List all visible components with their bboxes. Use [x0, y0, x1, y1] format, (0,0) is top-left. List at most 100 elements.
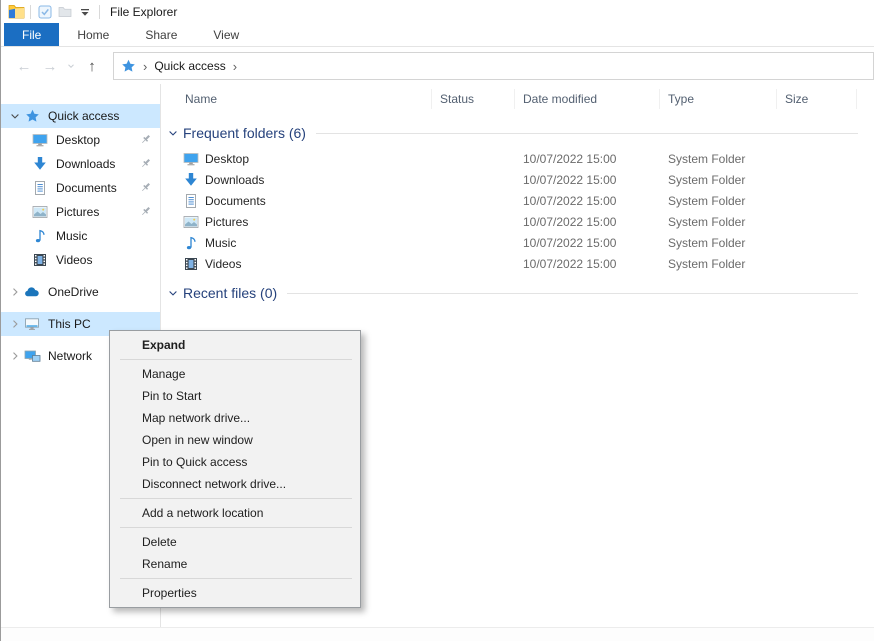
up-icon[interactable]: ↑	[79, 58, 105, 75]
file-name: Music	[205, 236, 236, 250]
network-icon	[23, 348, 41, 364]
chevron-right-icon[interactable]	[7, 318, 23, 330]
properties-icon[interactable]	[35, 3, 55, 21]
column-header-type[interactable]: Type	[660, 89, 777, 109]
menu-separator	[120, 578, 352, 579]
tab-share[interactable]: Share	[127, 23, 195, 46]
file-date-modified: 10/07/2022 15:00	[515, 194, 660, 208]
menu-separator	[120, 359, 352, 360]
sidebar-item-label: Videos	[56, 253, 92, 267]
sidebar-item-label: Downloads	[56, 157, 115, 171]
documents-icon	[31, 180, 49, 196]
ribbon-tab-bar: FileHomeShareView	[1, 23, 874, 47]
sidebar-item-downloads[interactable]: Downloads	[1, 152, 160, 176]
chevron-right-icon[interactable]	[7, 286, 23, 298]
group-chevron-down-icon	[167, 127, 179, 139]
group-header-label: Recent files (0)	[183, 285, 277, 301]
new-folder-icon[interactable]	[55, 3, 75, 21]
breadcrumb-location[interactable]: Quick access	[154, 59, 225, 73]
menu-item-pin-to-quick-access[interactable]: Pin to Quick access	[110, 451, 360, 473]
file-date-modified: 10/07/2022 15:00	[515, 152, 660, 166]
tab-home[interactable]: Home	[59, 23, 127, 46]
group-header[interactable]: Frequent folders (6)	[167, 122, 874, 144]
sidebar-item-label: OneDrive	[48, 285, 99, 299]
menu-item-map-network-drive[interactable]: Map network drive...	[110, 407, 360, 429]
videos-icon	[183, 256, 199, 272]
sidebar-item-onedrive[interactable]: OneDrive	[1, 280, 160, 304]
downloads-icon	[183, 172, 199, 188]
file-name: Desktop	[205, 152, 249, 166]
sidebar-item-label: Pictures	[56, 205, 99, 219]
sidebar-item-quick-access[interactable]: Quick access	[1, 104, 160, 128]
tab-file[interactable]: File	[4, 23, 59, 46]
file-explorer-icon	[6, 3, 26, 21]
status-bar	[1, 627, 874, 641]
menu-item-rename[interactable]: Rename	[110, 553, 360, 575]
pin-icon[interactable]	[139, 205, 152, 218]
address-input[interactable]: › Quick access ›	[113, 52, 874, 80]
music-icon	[31, 228, 49, 244]
menu-item-pin-to-start[interactable]: Pin to Start	[110, 385, 360, 407]
group-header[interactable]: Recent files (0)	[167, 282, 874, 304]
menu-separator	[120, 527, 352, 528]
pin-icon[interactable]	[139, 157, 152, 170]
documents-icon	[183, 193, 199, 209]
pin-icon[interactable]	[139, 181, 152, 194]
file-date-modified: 10/07/2022 15:00	[515, 236, 660, 250]
back-icon[interactable]: ←	[11, 58, 37, 75]
pictures-icon	[31, 204, 49, 220]
menu-item-add-a-network-location[interactable]: Add a network location	[110, 502, 360, 524]
file-date-modified: 10/07/2022 15:00	[515, 215, 660, 229]
pin-icon[interactable]	[139, 133, 152, 146]
menu-separator	[120, 498, 352, 499]
sidebar-item-label: Desktop	[56, 133, 100, 147]
forward-icon[interactable]: →	[37, 58, 63, 75]
menu-item-delete[interactable]: Delete	[110, 531, 360, 553]
file-type: System Folder	[660, 236, 777, 250]
column-header-size[interactable]: Size	[777, 89, 857, 109]
sidebar-item-videos[interactable]: Videos	[1, 248, 160, 272]
sidebar-item-label: Documents	[56, 181, 117, 195]
chevron-down-icon[interactable]	[7, 110, 23, 122]
downloads-icon	[31, 156, 49, 172]
sidebar-item-label: Network	[48, 349, 92, 363]
column-header-row: NameStatusDate modifiedTypeSize	[161, 84, 874, 114]
file-row-music[interactable]: Music 10/07/2022 15:00System Folder	[161, 232, 874, 253]
file-type: System Folder	[660, 194, 777, 208]
file-row-desktop[interactable]: Desktop10/07/2022 15:00System Folder	[161, 148, 874, 169]
videos-icon	[31, 252, 49, 268]
file-date-modified: 10/07/2022 15:00	[515, 257, 660, 271]
menu-item-properties[interactable]: Properties	[110, 582, 360, 604]
group-header-label: Frequent folders (6)	[183, 125, 306, 141]
sidebar-item-pictures[interactable]: Pictures	[1, 200, 160, 224]
column-header-name[interactable]: Name	[161, 89, 432, 109]
group-header-rule	[316, 133, 858, 134]
menu-item-disconnect-network-drive[interactable]: Disconnect network drive...	[110, 473, 360, 495]
pictures-icon	[183, 214, 199, 230]
chevron-right-icon[interactable]	[7, 350, 23, 362]
context-menu: Expand ManagePin to StartMap network driv…	[109, 330, 361, 608]
menu-item-manage[interactable]: Manage	[110, 363, 360, 385]
desktop-icon	[183, 151, 199, 167]
toolbar-dropdown-icon[interactable]	[75, 3, 95, 21]
tab-view[interactable]: View	[195, 23, 257, 46]
menu-item-open-in-new-window[interactable]: Open in new window	[110, 429, 360, 451]
file-name: Downloads	[205, 173, 264, 187]
file-row-documents[interactable]: Documents 10/07/2022 15:00System Folder	[161, 190, 874, 211]
recent-locations-icon[interactable]	[63, 58, 79, 75]
file-row-downloads[interactable]: Downloads10/07/2022 15:00System Folder	[161, 169, 874, 190]
sidebar-item-documents[interactable]: Documents	[1, 176, 160, 200]
breadcrumb-chevron[interactable]: ›	[233, 59, 237, 74]
file-name: Documents	[205, 194, 266, 208]
menu-item-expand[interactable]: Expand	[110, 334, 360, 356]
music-icon	[183, 235, 199, 251]
column-header-status[interactable]: Status	[432, 89, 515, 109]
titlebar: File Explorer	[1, 0, 874, 23]
sidebar-item-music[interactable]: Music	[1, 224, 160, 248]
file-row-videos[interactable]: Videos10/07/2022 15:00System Folder	[161, 253, 874, 274]
column-header-date-modified[interactable]: Date modified	[515, 89, 660, 109]
sidebar-item-desktop[interactable]: Desktop	[1, 128, 160, 152]
file-row-pictures[interactable]: Pictures10/07/2022 15:00System Folder	[161, 211, 874, 232]
breadcrumb-chevron[interactable]: ›	[143, 59, 147, 74]
onedrive-icon	[23, 284, 41, 300]
